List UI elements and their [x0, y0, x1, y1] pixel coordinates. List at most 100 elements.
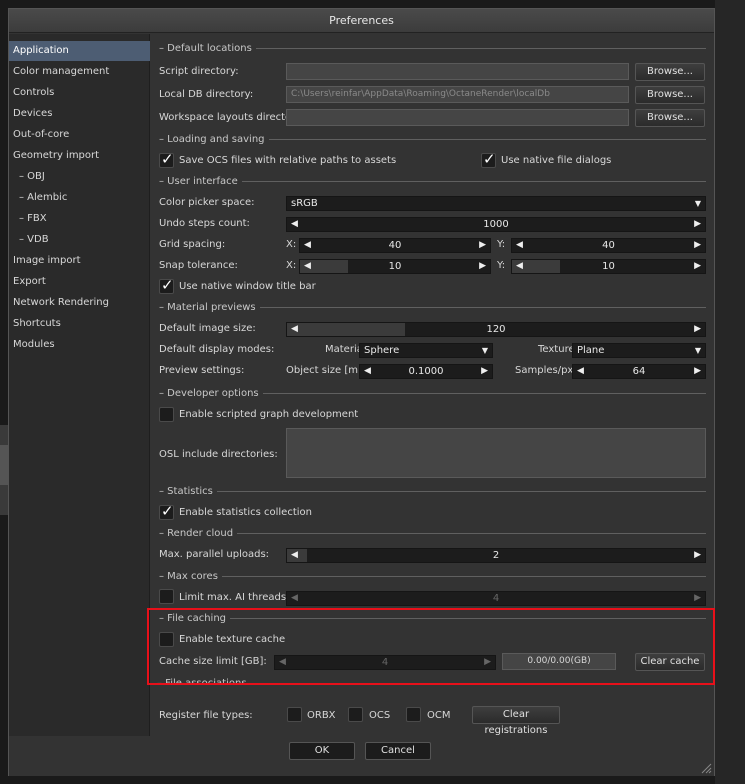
- arrow-left-icon: ◀: [516, 240, 523, 250]
- osl-include-field[interactable]: [286, 428, 706, 478]
- default-image-size-slider[interactable]: 120 ◀ ▶: [286, 322, 706, 337]
- sidebar-item-image-import[interactable]: Image import: [9, 251, 150, 271]
- cache-size-slider[interactable]: 4 ◀ ▶: [274, 655, 496, 670]
- sidebar-item-modules[interactable]: Modules: [9, 335, 150, 355]
- default-image-size-label: Default image size:: [159, 323, 256, 334]
- sidebar-item-color-management[interactable]: Color management: [9, 62, 150, 82]
- arrow-left-icon: ◀: [304, 261, 311, 271]
- object-size-slider[interactable]: 0.1000 ◀ ▶: [359, 364, 493, 379]
- section-file-caching: – File caching: [159, 611, 706, 625]
- ok-button[interactable]: OK: [289, 742, 355, 760]
- limit-ai-threads-checkbox[interactable]: [159, 589, 174, 604]
- section-loading-saving: – Loading and saving: [159, 132, 706, 146]
- script-directory-label: Script directory:: [159, 66, 239, 77]
- statistics-label: Enable statistics collection: [179, 507, 312, 518]
- cache-usage-field: 0.00/0.00(GB): [502, 653, 616, 670]
- sidebar-item-out-of-core[interactable]: Out-of-core: [9, 125, 150, 145]
- undo-steps-slider[interactable]: 1000 ◀ ▶: [286, 217, 706, 232]
- save-ocs-label: Save OCS files with relative paths to as…: [179, 155, 397, 166]
- sidebar-item-controls[interactable]: Controls: [9, 83, 150, 103]
- section-developer-options: – Developer options: [159, 386, 706, 400]
- sidebar-item-network-rendering[interactable]: Network Rendering: [9, 293, 150, 313]
- save-ocs-checkbox[interactable]: ✓: [159, 150, 174, 168]
- script-directory-field[interactable]: [286, 63, 629, 80]
- workspace-layouts-field[interactable]: [286, 109, 629, 126]
- snap-tolerance-label: Snap tolerance:: [159, 260, 238, 271]
- arrow-left-icon: ◀: [279, 657, 286, 667]
- chevron-down-icon: ▼: [694, 346, 701, 355]
- clear-cache-button[interactable]: Clear cache: [635, 653, 705, 671]
- native-dialogs-checkbox[interactable]: ✓: [481, 150, 496, 168]
- samples-slider[interactable]: 64 ◀ ▶: [572, 364, 706, 379]
- arrow-left-icon: ◀: [291, 324, 298, 334]
- snap-x-slider[interactable]: 10 ◀ ▶: [299, 259, 491, 274]
- grid-spacing-label: Grid spacing:: [159, 239, 226, 250]
- ocs-checkbox[interactable]: [348, 707, 363, 722]
- window-title[interactable]: Preferences: [9, 9, 714, 33]
- texture-cache-label: Enable texture cache: [179, 634, 286, 645]
- section-material-previews: – Material previews: [159, 300, 706, 314]
- cache-size-label: Cache size limit [GB]:: [159, 656, 267, 667]
- sidebar-item-shortcuts[interactable]: Shortcuts: [9, 314, 150, 334]
- grid-y-slider[interactable]: 40 ◀ ▶: [511, 238, 706, 253]
- parallel-uploads-slider[interactable]: 2 ◀ ▶: [286, 548, 706, 563]
- workspace-layouts-label: Workspace layouts directory:: [159, 112, 304, 123]
- ocm-checkbox[interactable]: [406, 707, 421, 722]
- color-picker-label: Color picker space:: [159, 197, 255, 208]
- clear-registrations-button[interactable]: Clear registrations: [472, 706, 560, 736]
- limit-ai-threads-label: Limit max. AI threads:: [179, 592, 290, 603]
- preview-settings-label: Preview settings:: [159, 365, 245, 376]
- arrow-right-icon: ▶: [479, 240, 486, 250]
- sidebar-item-fbx[interactable]: – FBX: [9, 209, 150, 229]
- cancel-button[interactable]: Cancel: [365, 742, 431, 760]
- checkmark-icon: ✓: [161, 502, 174, 520]
- checkmark-icon: ✓: [161, 150, 174, 168]
- browse-local-db-button[interactable]: Browse...: [635, 86, 705, 104]
- resize-grip-icon[interactable]: [700, 762, 712, 774]
- sidebar-item-export[interactable]: Export: [9, 272, 150, 292]
- arrow-right-icon: ▶: [694, 219, 701, 229]
- ocm-label: OCM: [427, 710, 451, 721]
- browse-workspace-button[interactable]: Browse...: [635, 109, 705, 127]
- limit-ai-threads-slider[interactable]: 4 ◀ ▶: [286, 591, 706, 606]
- grid-x-label: X:: [286, 239, 297, 250]
- section-default-locations: – Default locations: [159, 41, 706, 55]
- sidebar-item-devices[interactable]: Devices: [9, 104, 150, 124]
- scripted-graph-checkbox[interactable]: [159, 407, 174, 422]
- sidebar-item-vdb[interactable]: – VDB: [9, 230, 150, 250]
- arrow-right-icon: ▶: [694, 550, 701, 560]
- preferences-window: Preferences Application Color management…: [8, 8, 715, 776]
- snap-y-slider[interactable]: 10 ◀ ▶: [511, 259, 706, 274]
- native-title-bar-checkbox[interactable]: ✓: [159, 276, 174, 294]
- native-title-bar-label: Use native window title bar: [179, 281, 316, 292]
- sidebar-item-alembic[interactable]: – Alembic: [9, 188, 150, 208]
- sidebar-item-obj[interactable]: – OBJ: [9, 167, 150, 187]
- orbx-checkbox[interactable]: [287, 707, 302, 722]
- arrow-right-icon: ▶: [484, 657, 491, 667]
- grid-x-slider[interactable]: 40 ◀ ▶: [299, 238, 491, 253]
- texture-select[interactable]: Plane ▼: [572, 343, 706, 358]
- scripted-graph-label: Enable scripted graph development: [179, 409, 359, 420]
- local-db-directory-field[interactable]: C:\Users\reinfar\AppData\Roaming\OctaneR…: [286, 86, 629, 103]
- arrow-left-icon: ◀: [304, 240, 311, 250]
- default-display-modes-label: Default display modes:: [159, 344, 275, 355]
- section-file-associations: – File associations: [157, 678, 247, 685]
- material-select[interactable]: Sphere ▼: [359, 343, 493, 358]
- texture-cache-checkbox[interactable]: [159, 632, 174, 647]
- chevron-down-icon: ▼: [481, 346, 488, 355]
- arrow-left-icon: ◀: [364, 366, 371, 376]
- arrow-right-icon: ▶: [694, 324, 701, 334]
- sidebar-item-geometry-import[interactable]: Geometry import: [9, 146, 150, 166]
- color-picker-select[interactable]: sRGB ▼: [286, 196, 706, 211]
- snap-x-label: X:: [286, 260, 297, 271]
- section-statistics: – Statistics: [159, 484, 706, 498]
- statistics-checkbox[interactable]: ✓: [159, 502, 174, 520]
- sidebar-item-application[interactable]: Application: [9, 41, 150, 61]
- ocs-label: OCS: [369, 710, 391, 721]
- browse-script-button[interactable]: Browse...: [635, 63, 705, 81]
- sidebar: Application Color management Controls De…: [9, 34, 150, 736]
- chevron-down-icon: ▼: [694, 199, 701, 208]
- arrow-right-icon: ▶: [694, 593, 701, 603]
- arrow-right-icon: ▶: [479, 261, 486, 271]
- background-left-panel-detail: [0, 445, 8, 485]
